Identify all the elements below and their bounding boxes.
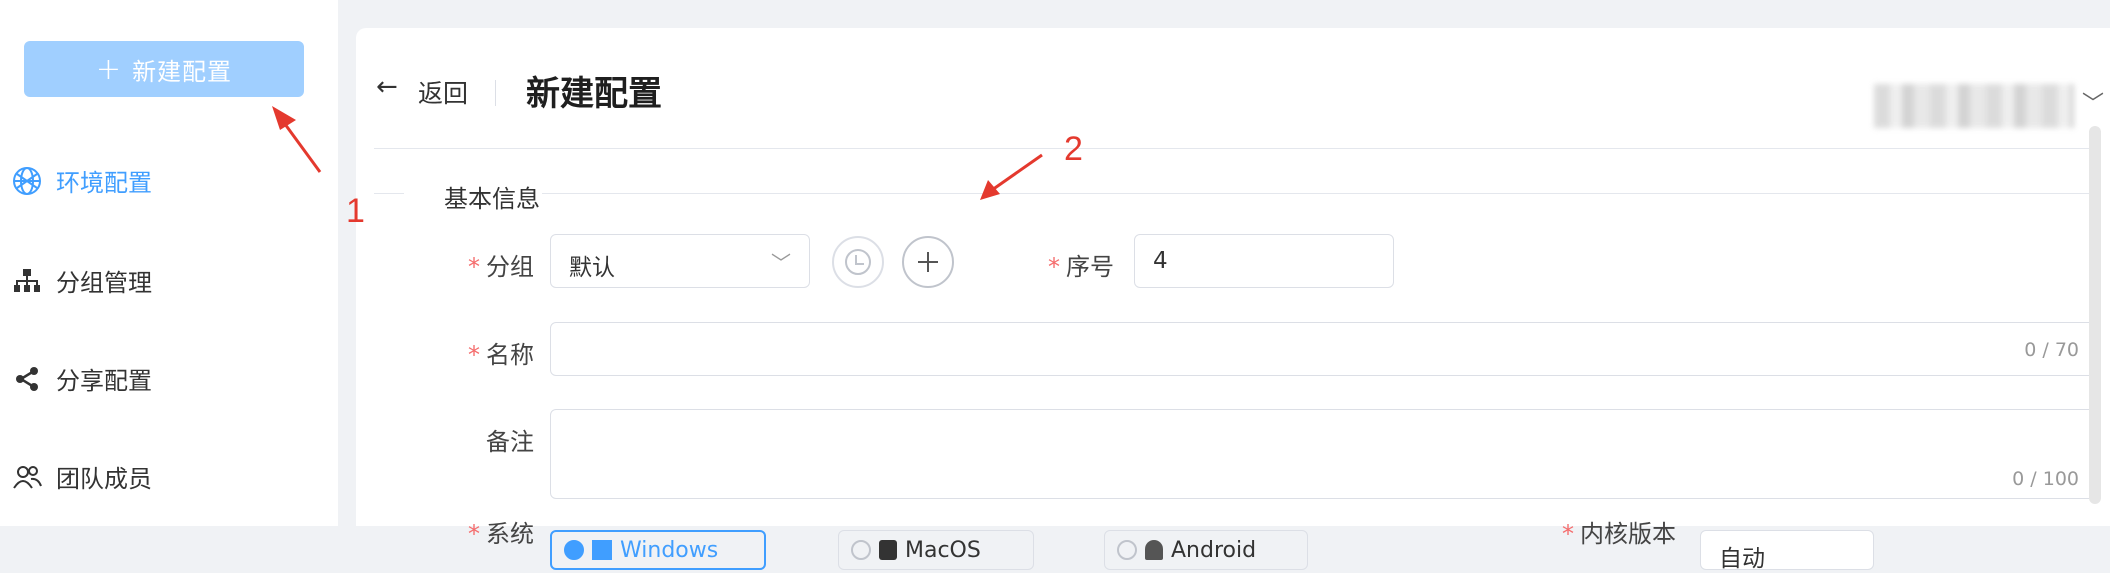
new-config-button[interactable]: + 新建配置	[24, 41, 304, 97]
plus-icon: +	[95, 51, 123, 87]
serial-input[interactable]: 4	[1134, 234, 1394, 288]
remark-label-text: 备注	[486, 428, 534, 456]
sidebar-item-label: 团队成员	[56, 465, 152, 493]
chevron-down-icon[interactable]: ﹀	[2082, 86, 2104, 118]
required-mark: *	[468, 341, 480, 369]
sidebar: + 新建配置 环境配置 分组管理 分享配置 团队成员	[0, 0, 338, 526]
serial-value: 4	[1153, 248, 1168, 274]
sidebar-item-label: 环境配置	[56, 169, 152, 197]
remark-label: 备注	[384, 422, 534, 457]
team-icon	[10, 460, 44, 494]
system-option-android[interactable]: Android	[1104, 530, 1308, 570]
kernel-label: * 内核版本	[1526, 514, 1676, 549]
user-avatar-name[interactable]	[1874, 84, 2074, 128]
radio-icon	[1117, 540, 1137, 560]
required-mark: *	[468, 520, 480, 548]
divider	[374, 193, 404, 194]
back-arrow-icon[interactable]: ←	[376, 72, 398, 102]
annotation-number-2: 2	[1064, 130, 1083, 168]
hierarchy-icon	[10, 264, 44, 298]
name-input[interactable]: 0 / 70	[550, 322, 2096, 376]
system-label: * 系统	[384, 514, 534, 549]
kernel-label-text: 内核版本	[1580, 520, 1676, 548]
android-icon	[1145, 540, 1163, 560]
scrollbar[interactable]	[2089, 126, 2101, 504]
required-mark: *	[468, 253, 480, 281]
serial-label: * 序号	[964, 247, 1114, 282]
required-mark: *	[1562, 520, 1574, 548]
radio-icon	[851, 540, 871, 560]
sidebar-item-env-config[interactable]: 环境配置	[10, 163, 152, 198]
sidebar-item-label: 分享配置	[56, 367, 152, 395]
annotation-number-1: 1	[346, 192, 365, 230]
remark-textarea[interactable]: 0 / 100	[550, 409, 2096, 499]
group-label-text: 分组	[486, 253, 534, 281]
system-option-label: MacOS	[905, 537, 981, 563]
system-label-text: 系统	[486, 520, 534, 548]
system-option-windows[interactable]: Windows	[550, 530, 766, 570]
plus-icon	[918, 252, 938, 272]
name-char-count: 0 / 70	[2024, 339, 2079, 361]
windows-icon	[592, 540, 612, 560]
globe-icon	[10, 164, 44, 198]
name-label-text: 名称	[486, 341, 534, 369]
group-select[interactable]: 默认 ﹀	[550, 234, 810, 288]
system-option-macos[interactable]: MacOS	[838, 530, 1034, 570]
section-title: 基本信息	[444, 185, 540, 213]
divider	[542, 193, 2094, 194]
system-option-label: Android	[1171, 537, 1257, 563]
group-select-value: 默认	[569, 255, 615, 281]
header-divider	[374, 148, 2094, 149]
name-label: * 名称	[384, 335, 534, 370]
serial-label-text: 序号	[1066, 253, 1114, 281]
new-config-label: 新建配置	[132, 57, 233, 86]
remark-char-count: 0 / 100	[2012, 468, 2079, 490]
sidebar-item-share-config[interactable]: 分享配置	[10, 361, 152, 396]
divider	[495, 80, 496, 106]
page-title: 新建配置	[526, 74, 662, 114]
group-label: * 分组	[384, 247, 534, 282]
main-panel: ← 返回 新建配置 ﹀ 基本信息 * 分组 默认 ﹀ * 序号 4 * 名称 0…	[356, 28, 2110, 572]
clock-icon	[845, 249, 871, 275]
kernel-value: 自动	[1719, 546, 1765, 572]
page-header: ← 返回 新建配置 ﹀	[356, 28, 2110, 128]
kernel-select[interactable]: 自动	[1700, 530, 1874, 572]
system-option-label: Windows	[620, 537, 719, 563]
add-group-button[interactable]	[902, 236, 954, 288]
apple-icon	[879, 540, 897, 560]
sidebar-item-team-members[interactable]: 团队成员	[10, 459, 152, 494]
clock-button[interactable]	[832, 236, 884, 288]
sidebar-item-label: 分组管理	[56, 269, 152, 297]
sidebar-item-group-manage[interactable]: 分组管理	[10, 263, 152, 298]
share-icon	[10, 362, 44, 396]
required-mark: *	[1048, 253, 1060, 281]
radio-selected-icon	[564, 540, 584, 560]
back-link[interactable]: 返回	[418, 74, 468, 110]
chevron-down-icon: ﹀	[771, 251, 791, 275]
